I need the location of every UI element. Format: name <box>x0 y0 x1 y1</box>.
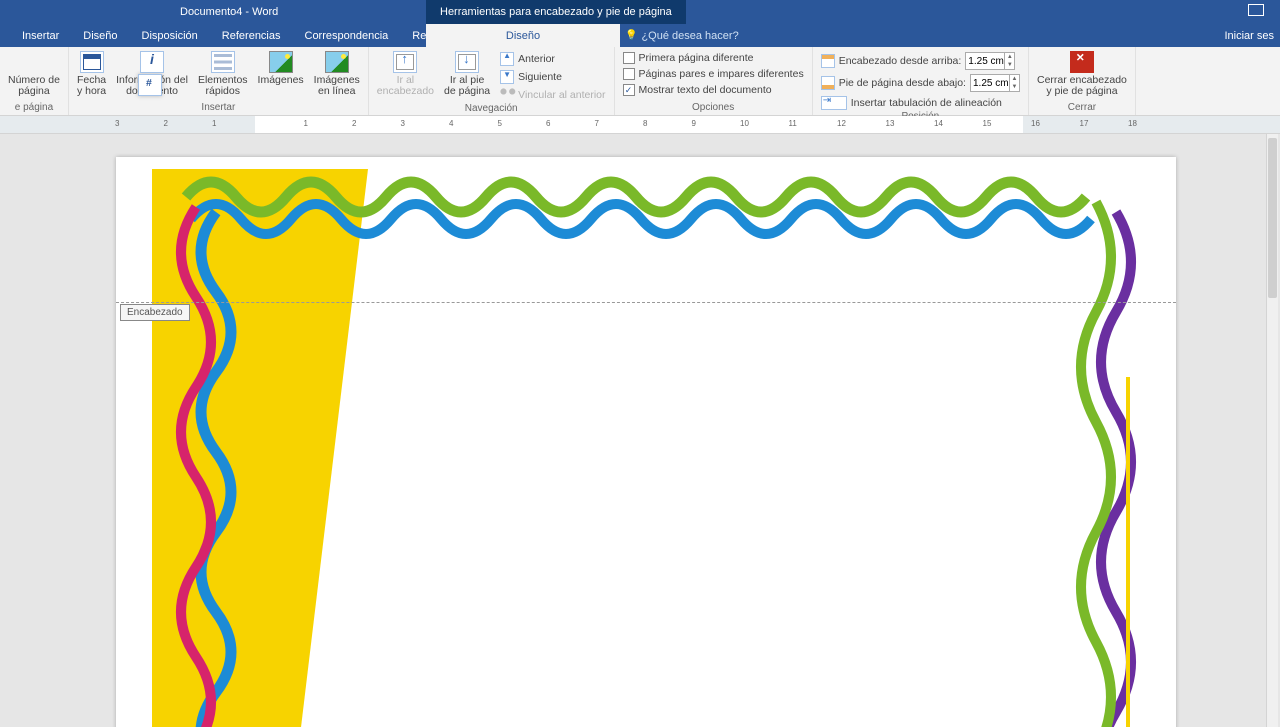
info-icon <box>140 51 164 73</box>
tab-insertar[interactable]: Insertar <box>10 24 71 47</box>
spin-up-icon[interactable]: ▲ <box>1005 53 1014 61</box>
spin-down-icon[interactable]: ▼ <box>1005 61 1014 69</box>
tab-icon <box>821 96 847 110</box>
tab-correspondencia[interactable]: Correspondencia <box>293 24 401 47</box>
close-icon <box>1070 51 1094 73</box>
header-distance-icon <box>821 54 835 68</box>
previous-button[interactable]: Anterior <box>496 51 609 67</box>
group-label-insert: Insertar <box>201 102 235 115</box>
group-close: Cerrar encabezado y pie de página Cerrar <box>1029 47 1136 115</box>
different-first-page-checkbox[interactable]: Primera página diferente <box>619 51 808 65</box>
close-header-footer-button[interactable]: Cerrar encabezado y pie de página <box>1033 49 1131 99</box>
tell-me-placeholder: ¿Qué desea hacer? <box>641 30 738 42</box>
sign-in-link[interactable]: Iniciar ses <box>1224 30 1274 42</box>
link-icon <box>500 88 514 102</box>
footer-from-bottom-row: Pie de página desde abajo:▲▼ <box>817 73 1024 93</box>
checkbox-icon <box>623 52 635 64</box>
document-area: Encabezado <box>0 134 1280 727</box>
window-restore-icon[interactable] <box>1248 4 1264 16</box>
online-pictures-button[interactable]: Imágenes en línea <box>310 49 364 99</box>
horizontal-ruler[interactable]: 321123456789101112131415161718 <box>0 116 1280 134</box>
spin-up-icon[interactable]: ▲ <box>1010 75 1019 83</box>
contextual-tab-title: Herramientas para encabezado y pie de pá… <box>426 0 686 24</box>
group-insert: Fecha y hora Información del documento E… <box>69 47 369 115</box>
tab-disposicion[interactable]: Disposición <box>130 24 210 47</box>
link-to-previous-button[interactable]: Vincular al anterior <box>496 87 609 103</box>
show-document-text-checkbox[interactable]: ✓Mostrar texto del documento <box>619 83 808 97</box>
lightbulb-icon: 💡 <box>625 30 637 41</box>
page-number-button[interactable]: Número de página <box>4 49 64 99</box>
group-navigation: Ir al encabezado Ir al pie de página Ant… <box>369 47 615 115</box>
insert-alignment-tab-button[interactable]: Insertar tabulación de alineación <box>817 95 1024 111</box>
decorative-border <box>116 157 1176 727</box>
tab-diseno[interactable]: Diseño <box>71 24 129 47</box>
quick-parts-button[interactable]: Elementos rápidos <box>194 49 252 99</box>
different-odd-even-checkbox[interactable]: Páginas pares e impares diferentes <box>619 67 808 81</box>
header-from-top-row: Encabezado desde arriba:▲▼ <box>817 51 1024 71</box>
online-pictures-icon <box>325 51 349 73</box>
scrollbar-thumb[interactable] <box>1268 138 1277 298</box>
spin-down-icon[interactable]: ▼ <box>1010 83 1019 91</box>
tab-context-diseno[interactable]: Diseño <box>426 24 620 47</box>
goto-footer-icon <box>455 51 479 73</box>
goto-header-button[interactable]: Ir al encabezado <box>373 49 438 99</box>
group-position: Encabezado desde arriba:▲▼ Pie de página… <box>813 47 1029 115</box>
next-button[interactable]: Siguiente <box>496 69 609 85</box>
group-label-epagina: e página <box>15 102 53 115</box>
header-boundary-line <box>116 302 1176 303</box>
header-tag[interactable]: Encabezado <box>120 304 190 321</box>
group-label-close: Cerrar <box>1068 102 1096 115</box>
tab-referencias[interactable]: Referencias <box>210 24 293 47</box>
footer-distance-icon <box>821 76 835 90</box>
date-time-button[interactable]: Fecha y hora <box>73 49 110 99</box>
page-number-icon <box>138 74 162 96</box>
page[interactable]: Encabezado <box>116 157 1176 727</box>
vertical-scrollbar[interactable] <box>1266 134 1278 727</box>
pictures-button[interactable]: Imágenes <box>254 49 308 88</box>
quick-parts-icon <box>211 51 235 73</box>
checkbox-checked-icon: ✓ <box>623 84 635 96</box>
group-options: Primera página diferente Páginas pares e… <box>615 47 813 115</box>
header-from-top-input[interactable]: ▲▼ <box>965 52 1015 70</box>
footer-from-bottom-input[interactable]: ▲▼ <box>970 74 1020 92</box>
group-label-navigation: Navegación <box>465 103 518 116</box>
title-bar: Documento4 - Word Herramientas para enca… <box>0 0 1280 24</box>
next-icon <box>500 70 514 84</box>
document-title: Documento4 - Word <box>180 6 278 18</box>
contextual-tab-section: Diseño <box>426 24 620 47</box>
tab-bar: Insertar Diseño Disposición Referencias … <box>0 24 1280 47</box>
ribbon: Número de página e página Fecha y hora I… <box>0 47 1280 116</box>
goto-header-icon <box>393 51 417 73</box>
goto-footer-button[interactable]: Ir al pie de página <box>440 49 494 99</box>
previous-icon <box>500 52 514 66</box>
calendar-icon <box>80 51 104 73</box>
group-label-options: Opciones <box>692 102 734 115</box>
group-left-partial: Número de página e página <box>0 47 69 115</box>
checkbox-icon <box>623 68 635 80</box>
pictures-icon <box>269 51 293 73</box>
tell-me-search[interactable]: 💡 ¿Qué desea hacer? <box>625 30 739 42</box>
